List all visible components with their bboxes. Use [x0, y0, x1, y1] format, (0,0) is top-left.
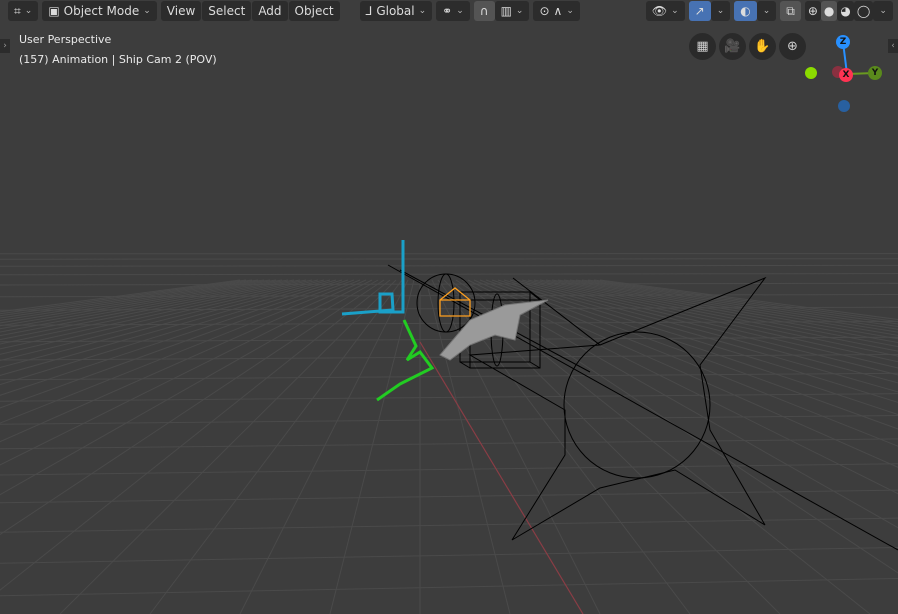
- grid-line: [239, 279, 409, 614]
- grid-line: [0, 578, 898, 597]
- pan-hand-icon[interactable]: ✋: [749, 33, 776, 60]
- snap-toggle[interactable]: ∩: [473, 1, 495, 21]
- overlays-dropdown[interactable]: ⌄: [756, 1, 777, 21]
- gizmo-neg-z[interactable]: [838, 100, 850, 112]
- 3d-viewport[interactable]: [0, 0, 898, 614]
- floor-grid: [0, 253, 898, 614]
- gizmo-z[interactable]: Z: [836, 35, 850, 49]
- camera-view-icon[interactable]: 🎥: [719, 33, 746, 60]
- grid-line: [503, 279, 898, 393]
- shading-material[interactable]: ◕: [837, 1, 854, 21]
- pivot-dropdown[interactable]: ⚭ ⌄: [436, 1, 470, 21]
- orientation-icon: ⅃: [365, 4, 373, 18]
- object-info: (157) Animation | Ship Cam 2 (POV): [19, 53, 217, 66]
- object-mode-icon: ▣: [48, 4, 60, 18]
- grid-line: [0, 489, 898, 504]
- gizmo-y[interactable]: Y: [868, 66, 882, 80]
- grid-toggle-icon[interactable]: ▦: [689, 33, 716, 60]
- gizmo-toggle[interactable]: ↗: [688, 1, 711, 21]
- editor-type-button[interactable]: ⌗ ⌄: [8, 1, 39, 21]
- shading-wireframe[interactable]: ⊕: [804, 1, 821, 21]
- solid-sphere-icon: ●: [823, 4, 835, 18]
- grid-line: [0, 547, 898, 564]
- toolbar-expand-icon[interactable]: ›: [0, 39, 10, 53]
- grid-line: [0, 264, 898, 267]
- menu-object[interactable]: Object: [288, 1, 340, 21]
- rendered-sphere-icon: ◯: [856, 4, 871, 18]
- gizmo-neg-y[interactable]: [805, 67, 817, 79]
- green-stroke: [376, 319, 435, 402]
- shading-dropdown[interactable]: ⌄: [873, 1, 893, 21]
- gizmo-x[interactable]: X: [839, 68, 853, 82]
- mode-dropdown[interactable]: ▣ Object Mode ⌄: [42, 1, 157, 21]
- magnet-icon: ∩: [479, 4, 489, 18]
- viewport-header: ⌗ ⌄ ▣ Object Mode ⌄ View Select Add Object …: [0, 0, 898, 22]
- grid-line: [557, 279, 898, 340]
- wireframe-sphere-icon: ⊕: [807, 4, 818, 18]
- proportional-icon: ⊙: [539, 4, 550, 18]
- menu-add[interactable]: Add: [252, 1, 288, 21]
- proportional-edit-toggle[interactable]: ⊙ ∧ ⌄: [533, 1, 580, 21]
- grid-line: [473, 279, 898, 468]
- 3d-viewport-icon: ⌗: [14, 3, 21, 18]
- selectability-eye-icon: 👁: [651, 4, 668, 18]
- grid-line: [515, 279, 898, 376]
- grid-line: [329, 279, 415, 614]
- menu-select[interactable]: Select: [202, 1, 252, 21]
- transform-orientation-dropdown[interactable]: ⅃ Global ⌄: [359, 1, 433, 21]
- grid-line: [521, 279, 898, 369]
- grid-line: [0, 414, 898, 425]
- menu-view[interactable]: View: [160, 1, 202, 21]
- material-sphere-icon: ◕: [840, 4, 851, 18]
- snap-target-dropdown[interactable]: ▥ ⌄: [494, 1, 530, 21]
- snap-increment-icon: ▥: [500, 4, 512, 18]
- overlays-icon: ◐: [740, 4, 751, 18]
- x-axis-line: [419, 341, 584, 614]
- shading-solid[interactable]: ●: [820, 1, 838, 21]
- xray-icon: ⧉: [786, 3, 795, 18]
- shading-rendered[interactable]: ◯: [853, 1, 874, 21]
- falloff-icon: ∧: [553, 4, 563, 18]
- view-name: User Perspective: [19, 33, 112, 46]
- grid-line: [479, 279, 898, 447]
- grid-line: [0, 372, 898, 381]
- grid-line: [0, 463, 898, 476]
- pivot-icon: ⚭: [442, 4, 453, 18]
- grid-line: [59, 279, 397, 614]
- gizmo-icon: ↗: [694, 4, 705, 18]
- grid-line: [485, 279, 898, 430]
- grid-line: [0, 517, 898, 533]
- grid-line: [0, 438, 898, 450]
- gizmo-dropdown[interactable]: ⌄: [710, 1, 731, 21]
- visibility-dropdown[interactable]: 👁 ⌄: [645, 1, 685, 21]
- xray-toggle[interactable]: ⧉: [780, 1, 801, 21]
- overlays-toggle[interactable]: ◐: [734, 1, 757, 21]
